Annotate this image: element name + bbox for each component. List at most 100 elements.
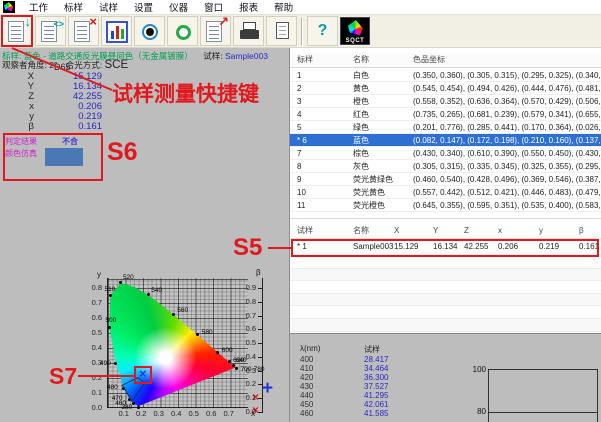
sample-name: Sample003 [225, 51, 268, 61]
print-preview-button[interactable] [266, 16, 297, 46]
black-calibration-button[interactable] [134, 16, 165, 46]
tables-divider [290, 218, 601, 219]
standards-cell: 3 [297, 95, 301, 108]
delete-sample-button[interactable]: × [68, 16, 99, 46]
sample-cell: 0.206 [498, 240, 518, 253]
reflectance-tick-80: 80 [460, 407, 486, 416]
sample-header-cell: β [579, 224, 584, 237]
value-row: β0.161 [14, 122, 102, 132]
standards-row[interactable]: 4红色(0.735, 0.265), (0.681, 0.239), (0.57… [290, 108, 601, 121]
standards-row[interactable]: 8灰色(0.305, 0.315), (0.335, 0.345), (0.32… [290, 160, 601, 173]
standards-header-cell: 色品坐标 [413, 53, 445, 66]
standards-cell: 白色 [353, 69, 369, 82]
standards-row[interactable]: 5绿色(0.201, 0.776), (0.285, 0.441), (0.17… [290, 121, 601, 134]
value-number: 0.161 [34, 122, 102, 132]
sample-header-cell: x [498, 224, 502, 237]
sample-header-cell: 试样 [297, 224, 313, 237]
standards-cell: (0.558, 0.352), (0.636, 0.364), (0.570, … [413, 95, 601, 108]
sample-table-empty-rows [290, 256, 601, 332]
compare-sample-button[interactable]: <> [35, 16, 66, 46]
standards-row[interactable]: 9荧光黄绿色(0.460, 0.540), (0.428, 0.496), (0… [290, 173, 601, 186]
wavelength-value: 400 [300, 355, 364, 364]
standards-cell: (0.545, 0.454), (0.494, 0.426), (0.444, … [413, 82, 601, 95]
export-data-button[interactable]: ↗ [200, 16, 231, 46]
beta-tick: 0.6 [240, 325, 256, 333]
sample-cell: 16.134 [433, 240, 457, 253]
empty-row [290, 269, 601, 282]
standards-cell: 荧光黄绿色 [353, 173, 393, 186]
standards-cell: (0.557, 0.442), (0.512, 0.421), (0.446, … [413, 186, 601, 199]
measure-sample-button[interactable]: ↓ [2, 16, 33, 46]
menu-item-8[interactable]: 帮助 [266, 0, 301, 14]
standards-cell: (0.350, 0.360), (0.305, 0.315), (0.295, … [413, 69, 601, 82]
menu-item-2[interactable]: 标样 [56, 0, 91, 14]
y-axis-label: y [97, 270, 101, 279]
standards-row[interactable]: 11荧光橙色(0.645, 0.355), (0.595, 0.351), (0… [290, 199, 601, 212]
toolbar: ↓ <> × ↗ [0, 15, 601, 48]
standards-cell: 灰色 [353, 160, 369, 173]
standards-cell: 绿色 [353, 121, 369, 134]
app-icon-gamut [4, 2, 14, 11]
spectral-value: 34.464 [364, 364, 388, 373]
sqct-logo-label: SQCT [341, 38, 369, 44]
print-button[interactable] [233, 16, 264, 46]
standards-row[interactable]: 10荧光黄色(0.557, 0.442), (0.512, 0.421), (0… [290, 186, 601, 199]
down-arrow-icon: ↓ [25, 15, 32, 29]
preview-sheet-icon [276, 22, 289, 39]
reflectance-chart [488, 369, 598, 422]
x-tick: 0.6 [206, 410, 216, 418]
bar-chart-icon [106, 21, 128, 43]
standards-row[interactable]: * 6蓝色(0.082, 0.147), (0.172, 0.198), (0.… [290, 134, 601, 147]
beta-tick-mark [258, 288, 263, 289]
observer-angle: 观察者角度: 2° [2, 60, 57, 70]
beta-tick: 0.4 [240, 353, 256, 361]
wavelength-value: 460 [300, 409, 364, 418]
standards-cell: 橙色 [353, 95, 369, 108]
sample-point-marker: × [139, 367, 147, 381]
standards-row[interactable]: 2黄色(0.545, 0.454), (0.494, 0.426), (0.44… [290, 82, 601, 95]
wavelength-header: λ(nm) [300, 344, 320, 353]
black-calibration-icon [142, 24, 158, 40]
sample-table-row[interactable]: * 1Sample00315.12916.13442.2550.2060.219… [290, 240, 601, 255]
chromaticity-diagram: 3804604704804905005105205405605806006206… [107, 278, 248, 408]
shortcut-annotation-text: 试样测量快捷键 [112, 78, 259, 108]
judgment-result-value: 不合 [62, 136, 78, 147]
delete-x-icon: × [89, 15, 97, 29]
beta-sample-marker: + [262, 379, 273, 399]
menu-item-6[interactable]: 窗口 [196, 0, 231, 14]
menu-item-7[interactable]: 报表 [231, 0, 266, 14]
sample-cell: 15.129 [394, 240, 418, 253]
menu-item-1[interactable]: 工作 [21, 0, 56, 14]
menu-item-4[interactable]: 设置 [126, 0, 161, 14]
sheet-lines [279, 26, 286, 36]
standards-cell: 2 [297, 82, 301, 95]
standards-cell: 11 [297, 199, 305, 212]
spectral-row: 41034.464 [300, 364, 388, 373]
standards-row[interactable]: 1 白色 (0.350, 0.360), (0.305, 0.315), (0.29… [290, 69, 601, 82]
chart-view-button[interactable] [101, 16, 132, 46]
spectral-row: 46041.585 [300, 409, 388, 418]
beta-tick: 0.1 [240, 394, 256, 402]
list-lines [77, 26, 87, 39]
illuminant-label: D65 [54, 62, 71, 72]
mode-label: 合光方式: [66, 60, 102, 70]
help-button[interactable]: ? [307, 16, 338, 46]
spectral-value: 41.295 [364, 391, 388, 400]
tolerance-polygon [108, 278, 248, 407]
standards-cell: (0.460, 0.540), (0.428, 0.496), (0.369, … [413, 173, 601, 186]
app-icon [3, 1, 15, 13]
standards-row[interactable]: 7棕色(0.430, 0.340), (0.610, 0.390), (0.55… [290, 147, 601, 160]
chart-bar [116, 26, 119, 39]
white-calibration-button[interactable] [167, 16, 198, 46]
standards-cell: 荧光黄色 [353, 186, 385, 199]
y-tick: 0.2 [86, 374, 102, 382]
color-simulation-label: 颜色仿真 [5, 148, 37, 159]
standards-cell: 1 [297, 69, 301, 82]
menu-item-3[interactable]: 试样 [91, 0, 126, 14]
standards-row[interactable]: 3 橙色 (0.558, 0.352), (0.636, 0.364), (0.57… [290, 95, 601, 108]
standards-cell: 5 [297, 121, 301, 134]
printer-icon [240, 30, 259, 39]
menu-item-5[interactable]: 仪器 [161, 0, 196, 14]
beta-tick-mark [258, 302, 263, 303]
color-simulation-swatch [45, 148, 83, 166]
